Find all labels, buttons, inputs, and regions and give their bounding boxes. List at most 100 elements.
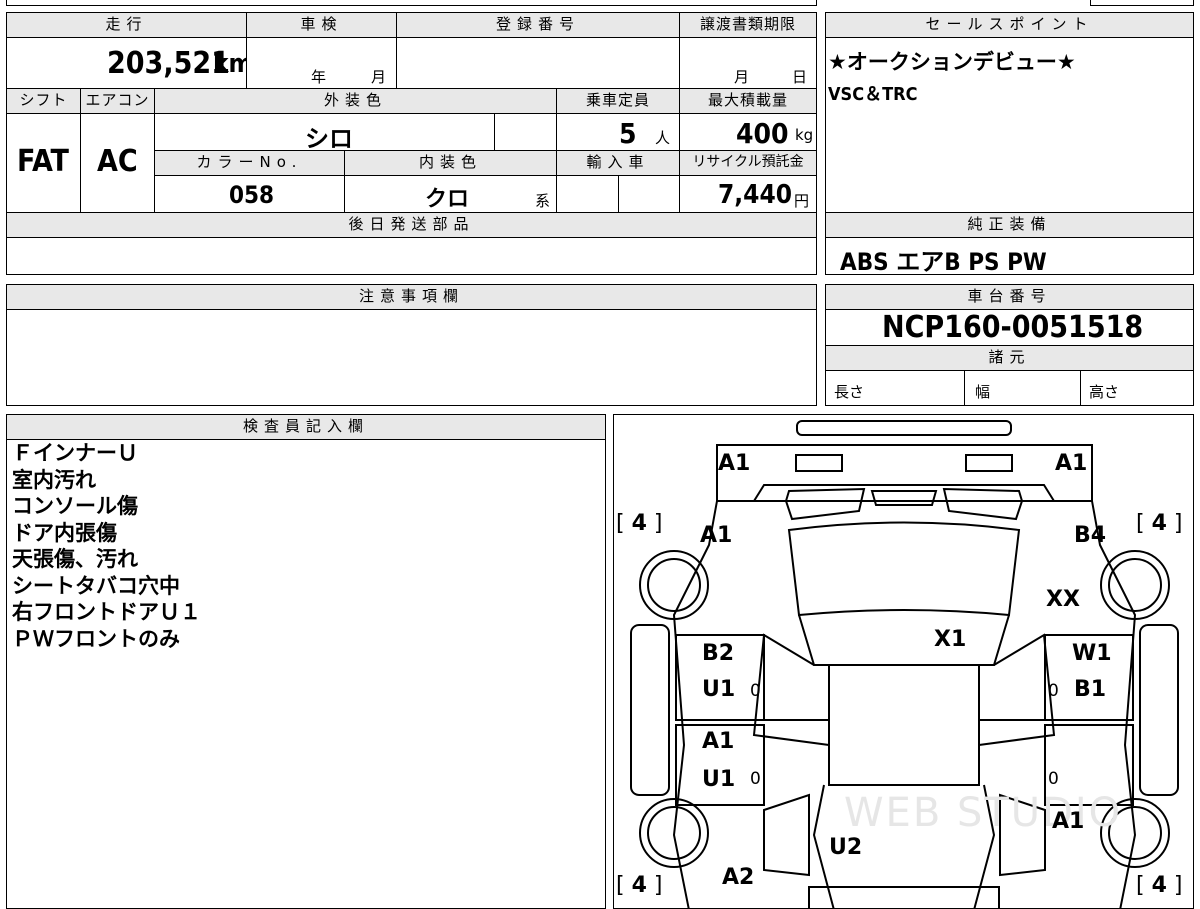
recycle-unit: 円 <box>794 192 810 210</box>
header-inspector: 検査員記入欄 <box>6 414 606 440</box>
spec-height-label: 高さ <box>1089 383 1120 401</box>
aircon-cell: AC <box>80 113 155 213</box>
zero-mark: 0 <box>750 681 761 701</box>
header-caution: 注意事項欄 <box>6 284 817 310</box>
sales-point-line-1: ★オークションデビュー★ <box>828 50 1076 74</box>
caution-cell <box>6 309 817 406</box>
zero-mark: 0 <box>1048 769 1059 789</box>
header-color-no: カラーNo. <box>154 150 345 176</box>
note-line: ＰＷフロントのみ <box>12 626 180 651</box>
mark-quarter-right: A1 <box>1052 809 1085 834</box>
mark-front-door-left-1: B2 <box>702 641 735 666</box>
inspection-month: 月 <box>371 68 387 86</box>
header-interior-color: 内装色 <box>344 150 557 176</box>
note-line: 右フロントドアＵ１ <box>12 600 201 624</box>
mark-front-left: A1 <box>718 451 751 476</box>
inspection-cell: 年 月 <box>246 37 397 89</box>
tire-front-left: [ 4 ] <box>616 511 663 536</box>
import-cell-a <box>556 175 619 213</box>
max-load-value: 400 <box>736 117 789 150</box>
mark-rear-left: A2 <box>722 865 755 890</box>
interior-color-suffix: 系 <box>535 192 551 210</box>
header-max-load: 最大積載量 <box>679 88 817 114</box>
color-no-value: 058 <box>229 181 275 209</box>
capacity-value: 5 <box>619 117 637 150</box>
mark-front-door-right-2: B1 <box>1074 677 1107 702</box>
vehicle-info-grid: 走行 車検 登録番号 譲渡書類期限 203,521 km 年 月 月 日 シフト… <box>6 12 817 275</box>
mileage-cell: 203,521 km <box>6 37 253 89</box>
header-sales-point: セールスポイント <box>825 12 1194 38</box>
mark-fender-right-2: XX <box>1046 587 1080 612</box>
mark-rear-door-left-2: U1 <box>702 767 736 792</box>
note-line: コンソール傷 <box>12 494 138 518</box>
header-exterior-color: 外装色 <box>154 88 557 114</box>
shift-value: FAT <box>17 144 69 179</box>
inspection-year: 年 <box>311 68 327 86</box>
header-registration: 登録番号 <box>396 12 680 38</box>
aircon-value: AC <box>97 144 138 179</box>
genuine-equipment-value: ABS エアB PS PW <box>840 248 1047 276</box>
exterior-color-extra <box>494 113 557 151</box>
sales-point-line-2: VSC＆TRC <box>828 84 918 105</box>
recycle-value: 7,440 <box>718 180 792 210</box>
note-line: ドア内張傷 <box>12 520 117 545</box>
header-recycle: リサイクル預託金 <box>679 150 817 176</box>
capacity-cell: 5 人 <box>556 113 680 151</box>
mark-fender-left: A1 <box>700 523 733 548</box>
sales-point-cell: ★オークションデビュー★ VSC＆TRC <box>825 37 1194 213</box>
spec-length-label: 長さ <box>834 383 865 401</box>
tire-rear-right: [ 4 ] <box>1136 873 1183 898</box>
inspector-notes-list: ＦインナーＵ 室内汚れ コンソール傷 ドア内張傷 天張傷、汚れ シートタバコ穴中… <box>12 440 201 652</box>
mark-windshield: X1 <box>934 627 967 652</box>
exterior-color-cell: シロ <box>154 113 495 153</box>
header-chassis-no: 車台番号 <box>825 284 1194 310</box>
header-aircon: エアコン <box>80 88 155 114</box>
spec-width-cell: 幅 <box>964 370 1081 406</box>
transfer-deadline-cell: 月 日 <box>679 37 817 89</box>
genuine-equipment-cell: ABS エアB PS PW <box>825 237 1194 276</box>
interior-color-value: クロ <box>425 187 470 212</box>
note-line: 室内汚れ <box>12 467 96 492</box>
mark-front-right: A1 <box>1055 451 1088 476</box>
tire-rear-left: [ 4 ] <box>616 873 663 898</box>
note-line: 天張傷、汚れ <box>12 547 138 571</box>
mark-front-door-left-2: U1 <box>702 677 736 702</box>
header-shift: シフト <box>6 88 81 114</box>
transfer-month: 月 <box>734 68 750 86</box>
mark-roof-rear: U2 <box>829 835 863 860</box>
mileage-value: 203,521 <box>107 46 230 81</box>
chassis-no-cell: NCP160-0051518 <box>825 309 1194 346</box>
header-transfer-deadline: 譲渡書類期限 <box>679 12 817 38</box>
header-inspection: 車検 <box>246 12 397 38</box>
max-load-cell: 400 kg <box>679 113 817 151</box>
note-line: シートタバコ穴中 <box>12 573 180 598</box>
header-genuine-equipment: 純正装備 <box>825 212 1194 238</box>
capacity-unit: 人 <box>655 129 671 147</box>
header-mileage: 走行 <box>6 12 247 38</box>
recycle-cell: 7,440 円 <box>679 175 817 213</box>
transfer-day: 日 <box>792 68 808 86</box>
interior-color-cell: クロ 系 <box>344 175 557 213</box>
top-cutoff-row <box>6 0 817 6</box>
zero-mark: 0 <box>1048 681 1059 701</box>
header-capacity: 乗車定員 <box>556 88 680 114</box>
spec-length-cell: 長さ <box>825 370 965 406</box>
header-later-parts: 後日発送部品 <box>6 212 817 238</box>
import-cell-b <box>618 175 680 213</box>
top-cutoff-row-right <box>1090 0 1194 6</box>
header-specs: 諸元 <box>825 345 1194 371</box>
max-load-unit: kg <box>795 126 814 144</box>
zero-mark: 0 <box>750 769 761 789</box>
later-parts-cell <box>6 237 817 275</box>
mark-rear-door-left-1: A1 <box>702 729 735 754</box>
shift-cell: FAT <box>6 113 81 213</box>
exterior-color-value: シロ <box>305 125 353 153</box>
tire-front-right: [ 4 ] <box>1136 511 1183 536</box>
color-no-cell: 058 <box>154 175 345 213</box>
chassis-no-value: NCP160-0051518 <box>882 310 1144 345</box>
car-diagram-frame: WEB STUDIO [ 4 ] [ 4 ] [ 4 ] [ 4 ] A1 A1… <box>613 414 1194 909</box>
registration-cell <box>396 37 680 89</box>
note-line: ＦインナーＵ <box>12 441 138 465</box>
mark-front-door-right-1: W1 <box>1072 641 1112 666</box>
mark-fender-right: B4 <box>1074 523 1107 548</box>
